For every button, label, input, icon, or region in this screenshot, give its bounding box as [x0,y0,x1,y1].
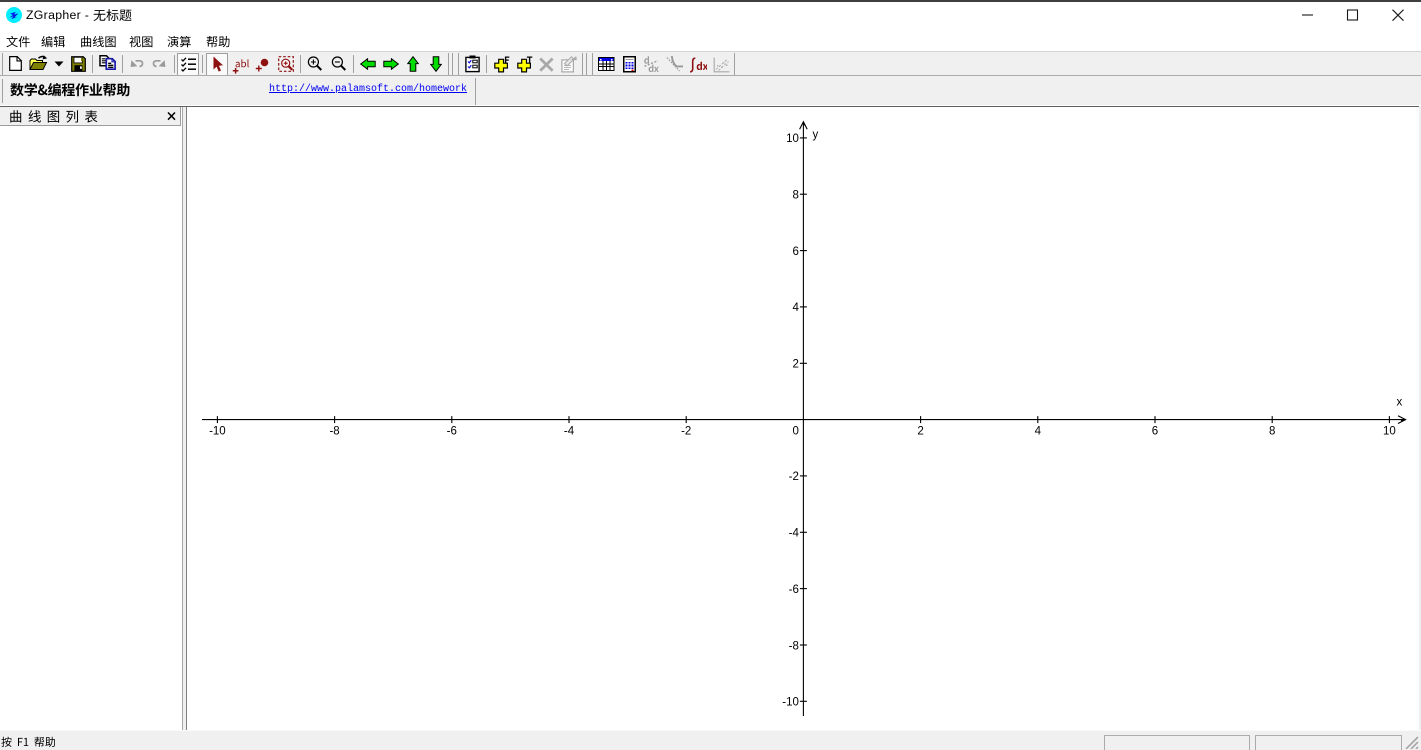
svg-text:-6: -6 [447,426,457,438]
svg-text:2: 2 [792,359,798,371]
svg-text:6: 6 [792,246,798,258]
svg-text:10: 10 [786,133,799,145]
svg-text:2: 2 [917,426,923,438]
svg-text:y: y [813,129,819,141]
svg-text:-6: -6 [789,584,799,596]
svg-text:-10: -10 [209,426,226,438]
svg-text:-2: -2 [789,471,799,483]
svg-text:0: 0 [792,426,798,438]
svg-text:-8: -8 [329,426,339,438]
svg-text:-4: -4 [564,426,575,438]
svg-text:-10: -10 [782,697,799,709]
svg-text:-4: -4 [789,528,800,540]
svg-text:4: 4 [792,302,799,314]
svg-text:x: x [1397,397,1403,409]
svg-text:-2: -2 [681,426,691,438]
svg-text:8: 8 [792,190,798,202]
svg-text:-8: -8 [789,640,799,652]
svg-text:10: 10 [1383,426,1396,438]
svg-text:6: 6 [1152,426,1158,438]
svg-text:8: 8 [1269,426,1275,438]
svg-text:4: 4 [1035,426,1042,438]
